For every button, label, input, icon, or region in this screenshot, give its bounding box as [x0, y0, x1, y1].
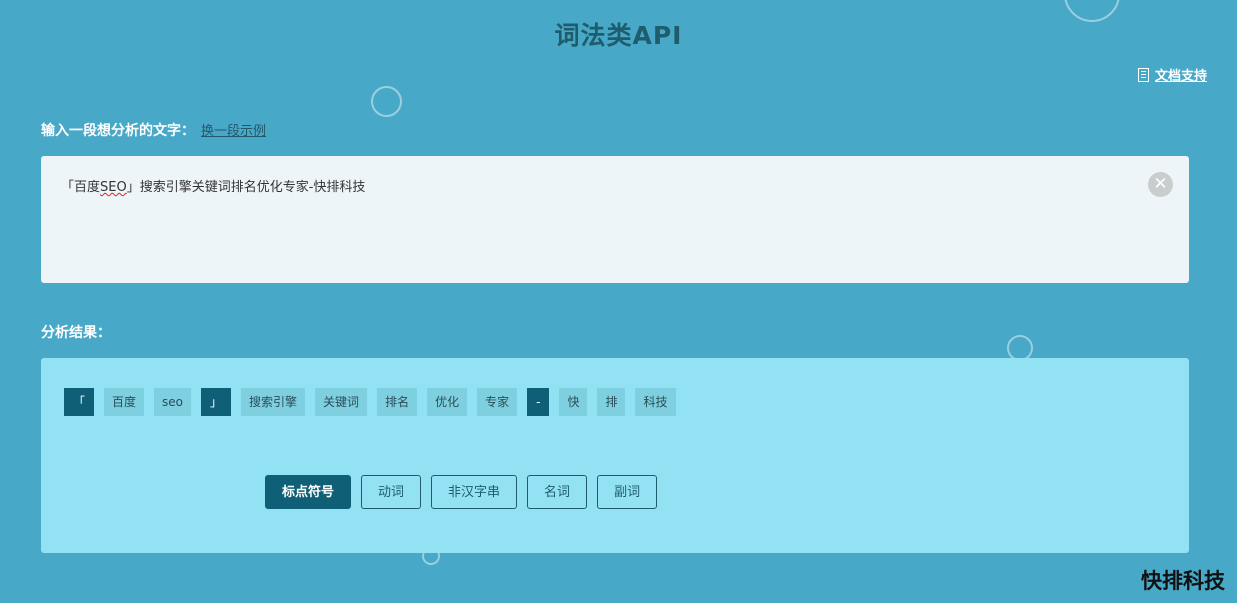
- clear-input-button[interactable]: ✕: [1148, 172, 1173, 197]
- doc-support-link[interactable]: 文档支持: [1137, 65, 1207, 84]
- token-list: 「 百度 seo 」 搜索引擎 关键词 排名 优化 专家 - 快 排 科技: [64, 388, 676, 416]
- page-title: 词法类API: [554, 21, 683, 50]
- input-label: 输入一段想分析的文字： 换一段示例: [41, 120, 266, 140]
- result-panel: 「 百度 seo 」 搜索引擎 关键词 排名 优化 专家 - 快 排 科技 标点…: [41, 358, 1189, 553]
- token-punct[interactable]: 」: [201, 388, 232, 416]
- token[interactable]: 快: [559, 388, 588, 416]
- pos-filter-buttons: 标点符号 动词 非汉字串 名词 副词: [265, 475, 658, 509]
- input-label-text: 输入一段想分析的文字：: [41, 123, 195, 139]
- token[interactable]: 搜索引擎: [241, 388, 306, 416]
- doc-support-label: 文档支持: [1154, 69, 1207, 84]
- input-text[interactable]: 「百度SEO」搜索引擎关键词排名优化专家-快排科技: [61, 176, 365, 195]
- token[interactable]: 排: [597, 388, 626, 416]
- token[interactable]: 排名: [377, 388, 418, 416]
- token[interactable]: seo: [154, 388, 192, 416]
- input-text-suffix: 」搜索引擎关键词排名优化专家-快排科技: [126, 180, 366, 195]
- decorative-bubble: [371, 86, 402, 117]
- close-icon: ✕: [1153, 174, 1168, 194]
- filter-non-chinese-button[interactable]: 非汉字串: [431, 475, 518, 509]
- token[interactable]: 百度: [104, 388, 145, 416]
- switch-example-link[interactable]: 换一段示例: [201, 124, 266, 139]
- token-punct[interactable]: 「: [64, 388, 95, 416]
- token[interactable]: 专家: [477, 388, 518, 416]
- token[interactable]: 优化: [427, 388, 468, 416]
- filter-punctuation-button[interactable]: 标点符号: [265, 475, 352, 509]
- page: 词法类API 文档支持 输入一段想分析的文字： 换一段示例 「百度SEO」搜索引擎…: [0, 0, 1237, 603]
- filter-verb-button[interactable]: 动词: [361, 475, 422, 509]
- filter-noun-button[interactable]: 名词: [527, 475, 588, 509]
- filter-adverb-button[interactable]: 副词: [597, 475, 658, 509]
- token[interactable]: 科技: [635, 388, 676, 416]
- text-input-area[interactable]: 「百度SEO」搜索引擎关键词排名优化专家-快排科技 ✕: [41, 156, 1189, 283]
- document-icon: [1137, 67, 1149, 82]
- input-text-spellcheck: SEO: [100, 180, 127, 195]
- input-text-prefix: 「百度: [61, 180, 101, 195]
- result-label: 分析结果：: [41, 325, 111, 341]
- token[interactable]: 关键词: [315, 388, 368, 416]
- token-punct[interactable]: -: [527, 388, 550, 416]
- watermark: 快排科技: [1141, 569, 1225, 593]
